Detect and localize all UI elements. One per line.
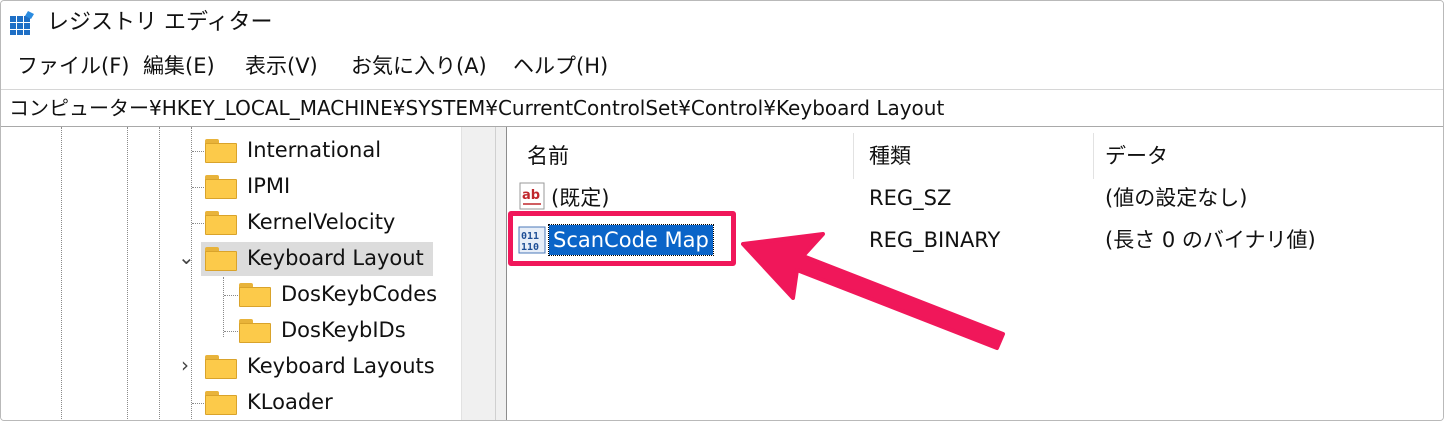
folder-icon	[239, 283, 271, 307]
value-data-scancode-map: (長さ 0 のバイナリ値)	[1105, 228, 1316, 252]
menu-bar: ファイル(F) 編集(E) 表示(V) お気に入り(A) ヘルプ(H)	[1, 47, 1443, 85]
tree-node-doskeybids[interactable]: DosKeybIDs	[281, 315, 406, 345]
column-header-type[interactable]: 種類	[869, 141, 911, 171]
tree-node-ipmi[interactable]: IPMI	[247, 171, 290, 201]
annotation-highlight-box	[508, 211, 736, 266]
tree-guide-line	[127, 127, 128, 420]
registry-editor-icon	[10, 11, 34, 35]
value-type-default: REG_SZ	[869, 186, 952, 210]
key-tree-pane: International IPMI KernelVelocity ⌄ Keyb…	[1, 127, 496, 420]
chevron-right-icon[interactable]: ›	[181, 355, 189, 375]
address-path[interactable]: コンピューター¥HKEY_LOCAL_MACHINE¥SYSTEM¥Curren…	[9, 94, 944, 122]
column-divider[interactable]	[1093, 133, 1094, 179]
tree-node-doskeybcodes[interactable]: DosKeybCodes	[281, 279, 437, 309]
string-value-icon: ab	[519, 182, 545, 210]
value-data-default: (値の設定なし)	[1105, 186, 1248, 210]
pane-splitter[interactable]	[495, 127, 507, 420]
menu-help[interactable]: ヘルプ(H)	[513, 51, 608, 81]
tree-node-kloader[interactable]: KLoader	[247, 387, 333, 417]
tree-guide-line	[191, 127, 192, 420]
title-bar: レジストリ エディター	[1, 1, 1443, 45]
menu-favorites[interactable]: お気に入り(A)	[351, 51, 487, 81]
tree-branch-line	[192, 223, 206, 224]
tree-node-international[interactable]: International	[247, 135, 381, 165]
column-header-data[interactable]: データ	[1105, 141, 1168, 171]
folder-icon	[205, 355, 237, 379]
menu-edit[interactable]: 編集(E)	[143, 51, 215, 81]
address-bar[interactable]: コンピューター¥HKEY_LOCAL_MACHINE¥SYSTEM¥Curren…	[1, 89, 1443, 127]
value-name-default[interactable]: (既定)	[551, 183, 609, 213]
tree-guide-line	[159, 127, 160, 420]
window-title: レジストリ エディター	[47, 10, 273, 35]
tree-branch-line	[224, 295, 238, 296]
tree-guide-line	[223, 277, 224, 337]
registry-editor-window: レジストリ エディター ファイル(F) 編集(E) 表示(V) お気に入り(A)…	[0, 0, 1444, 421]
svg-text:ab: ab	[522, 188, 540, 203]
folder-icon	[205, 175, 237, 199]
tree-guide-line	[61, 127, 62, 420]
menu-view[interactable]: 表示(V)	[245, 51, 318, 81]
folder-icon	[205, 391, 237, 415]
tree-branch-line	[192, 403, 206, 404]
chevron-down-icon[interactable]: ⌄	[178, 247, 195, 267]
tree-node-keyboard-layout[interactable]: Keyboard Layout	[247, 243, 424, 273]
folder-icon	[205, 211, 237, 235]
tree-branch-line	[192, 187, 206, 188]
tree-branch-line	[192, 151, 206, 152]
column-divider[interactable]	[853, 133, 854, 179]
tree-node-kernelvelocity[interactable]: KernelVelocity	[247, 207, 395, 237]
tree-scrollbar[interactable]	[461, 127, 496, 420]
folder-icon	[205, 247, 237, 271]
tree-node-keyboard-layouts[interactable]: Keyboard Layouts	[247, 351, 435, 381]
menu-file[interactable]: ファイル(F)	[17, 51, 129, 81]
column-header-name[interactable]: 名前	[527, 141, 569, 171]
tree-branch-line	[224, 331, 238, 332]
folder-icon	[239, 319, 271, 343]
folder-icon	[205, 139, 237, 163]
annotation-arrow-icon	[741, 232, 1005, 350]
